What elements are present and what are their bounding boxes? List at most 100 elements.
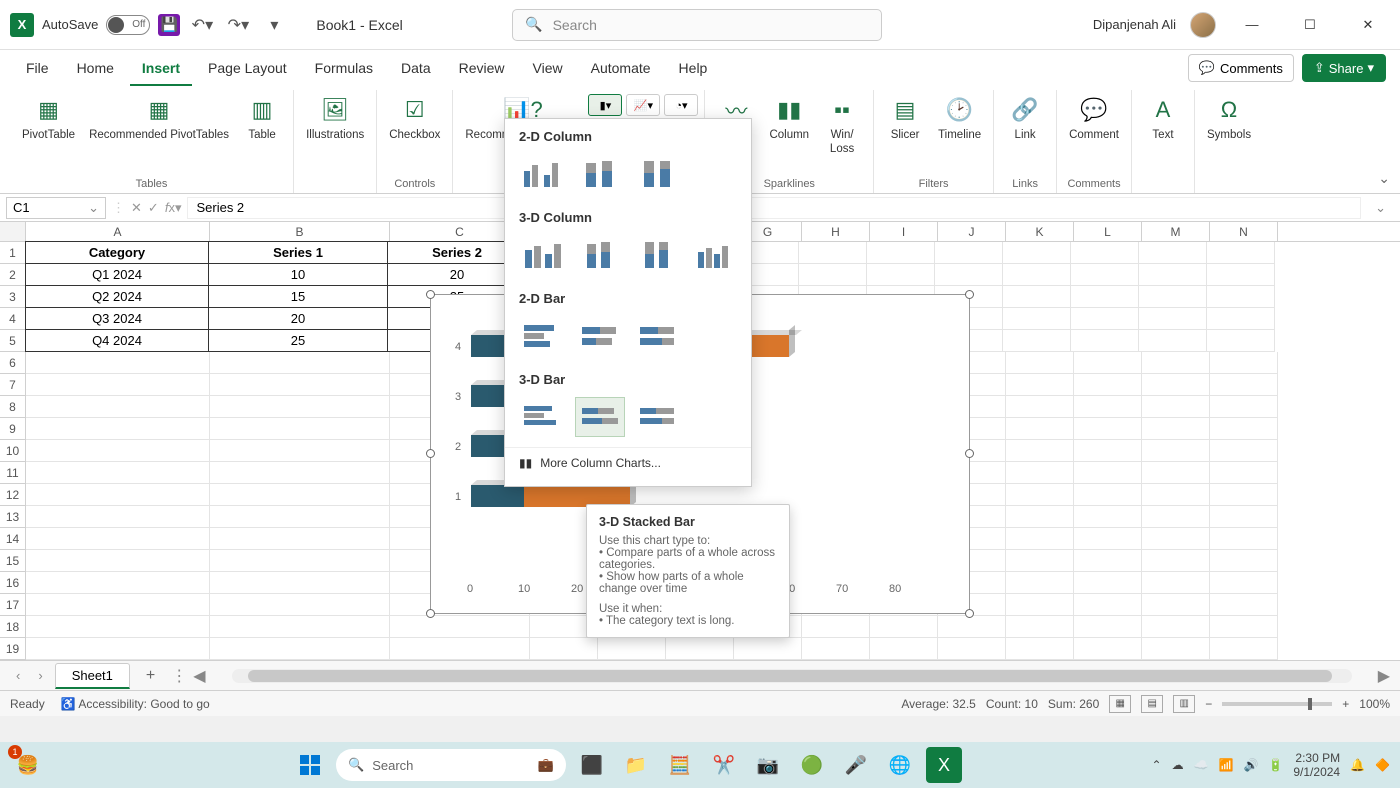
cell[interactable]	[210, 418, 390, 440]
row-header[interactable]: 12	[0, 484, 26, 506]
cell[interactable]: Q1 2024	[25, 263, 209, 286]
onedrive-icon[interactable]: ☁️	[1194, 758, 1209, 772]
3d-stacked-bar-thumb[interactable]	[575, 397, 625, 437]
sparkline-winloss-button[interactable]: ▪▪Win/ Loss	[817, 90, 867, 175]
cell[interactable]	[1074, 440, 1142, 462]
cell[interactable]	[1006, 550, 1074, 572]
share-button[interactable]: ⇪Share▾	[1302, 54, 1386, 82]
cell[interactable]	[1210, 440, 1278, 462]
scroll-right-button[interactable]: ▶	[1378, 666, 1390, 686]
cell[interactable]	[1003, 242, 1071, 264]
cell[interactable]	[26, 418, 210, 440]
tab-review[interactable]: Review	[447, 52, 517, 86]
cell[interactable]	[1071, 242, 1139, 264]
tab-data[interactable]: Data	[389, 52, 443, 86]
cell[interactable]	[1074, 396, 1142, 418]
cell[interactable]	[666, 638, 734, 660]
weather-icon[interactable]: ☁	[1172, 758, 1184, 772]
cell[interactable]	[1003, 330, 1071, 352]
autosave-toggle[interactable]: Off	[106, 15, 150, 35]
stacked-bar-thumb[interactable]	[575, 316, 625, 356]
cell[interactable]	[802, 638, 870, 660]
cell[interactable]	[1074, 638, 1142, 660]
formula-expand-icon[interactable]: ⌄	[1367, 200, 1394, 216]
cell[interactable]	[26, 572, 210, 594]
cell[interactable]	[1074, 484, 1142, 506]
column-header[interactable]: I	[870, 222, 938, 241]
cell[interactable]	[1006, 506, 1074, 528]
sparkline-column-button[interactable]: ▮▮Column	[763, 90, 815, 175]
sheet-tab[interactable]: Sheet1	[55, 663, 130, 689]
cell[interactable]: Category	[25, 241, 209, 264]
cell[interactable]	[26, 440, 210, 462]
cell[interactable]	[390, 616, 530, 638]
enter-icon[interactable]: ✓	[148, 200, 159, 216]
3d-100-stacked-bar-thumb[interactable]	[633, 397, 683, 437]
cell[interactable]	[1003, 264, 1071, 286]
fx-icon[interactable]: fx▾	[165, 200, 182, 216]
3d-clustered-bar-thumb[interactable]	[517, 397, 567, 437]
notifications-icon[interactable]: 🔔	[1350, 758, 1365, 772]
clustered-column-thumb[interactable]	[517, 154, 567, 194]
stacked-column-thumb[interactable]	[575, 154, 625, 194]
normal-view-button[interactable]: ▦	[1109, 695, 1131, 713]
taskbar-app-icon[interactable]: 🍔	[10, 747, 46, 783]
resize-handle[interactable]	[965, 609, 974, 618]
chrome-icon[interactable]: 🌐	[882, 747, 918, 783]
100-stacked-bar-thumb[interactable]	[633, 316, 683, 356]
cell[interactable]	[1071, 264, 1139, 286]
cell[interactable]	[1006, 484, 1074, 506]
table-button[interactable]: ▥Table	[237, 90, 287, 175]
cell[interactable]	[1006, 638, 1074, 660]
tab-view[interactable]: View	[521, 52, 575, 86]
cell[interactable]	[1006, 616, 1074, 638]
ribbon-collapse-button[interactable]: ⌄	[1378, 170, 1390, 187]
column-chart-dropdown[interactable]: ▮▾	[588, 94, 622, 116]
sheet-next-button[interactable]: ›	[32, 668, 48, 683]
cell[interactable]	[734, 638, 802, 660]
cell[interactable]	[1074, 506, 1142, 528]
search-box[interactable]: 🔍 Search	[512, 9, 882, 41]
cell[interactable]	[390, 638, 530, 660]
line-chart-dropdown[interactable]: 📈▾	[626, 94, 660, 116]
resize-handle[interactable]	[965, 449, 974, 458]
qat-customize[interactable]: ▾	[260, 11, 288, 39]
sheet-options-icon[interactable]: ⋮	[171, 666, 187, 686]
cell[interactable]	[1074, 616, 1142, 638]
cell[interactable]	[1142, 528, 1210, 550]
cell[interactable]	[26, 352, 210, 374]
cell[interactable]	[1142, 616, 1210, 638]
cell[interactable]	[1006, 352, 1074, 374]
cell[interactable]	[530, 638, 598, 660]
row-header[interactable]: 18	[0, 616, 26, 638]
tab-help[interactable]: Help	[667, 52, 720, 86]
cell[interactable]	[210, 352, 390, 374]
task-view-button[interactable]: ⬛	[574, 747, 610, 783]
checkbox-button[interactable]: ☑Checkbox	[383, 90, 446, 175]
3d-100-stacked-column-thumb[interactable]	[632, 235, 682, 275]
row-header[interactable]: 5	[0, 330, 26, 352]
3d-column-thumb[interactable]	[690, 235, 740, 275]
cell[interactable]	[1207, 242, 1275, 264]
redo-button[interactable]: ↷▾	[224, 11, 252, 39]
cell[interactable]	[1207, 286, 1275, 308]
cell[interactable]	[1210, 352, 1278, 374]
cell[interactable]	[210, 638, 390, 660]
page-break-view-button[interactable]: ▥	[1173, 695, 1195, 713]
pie-chart-dropdown[interactable]: ◔▾	[664, 94, 698, 116]
user-avatar[interactable]	[1190, 12, 1216, 38]
cell[interactable]: Series 1	[208, 241, 388, 264]
text-button[interactable]: AText	[1138, 90, 1188, 175]
cell[interactable]	[1210, 462, 1278, 484]
cell[interactable]	[1071, 308, 1139, 330]
cell[interactable]	[1210, 550, 1278, 572]
cell[interactable]	[210, 572, 390, 594]
cell[interactable]	[1210, 374, 1278, 396]
zoom-slider[interactable]	[1222, 702, 1332, 706]
100-stacked-column-thumb[interactable]	[633, 154, 683, 194]
cell[interactable]	[870, 638, 938, 660]
row-header[interactable]: 10	[0, 440, 26, 462]
cell[interactable]	[26, 594, 210, 616]
row-header[interactable]: 13	[0, 506, 26, 528]
row-header[interactable]: 15	[0, 550, 26, 572]
